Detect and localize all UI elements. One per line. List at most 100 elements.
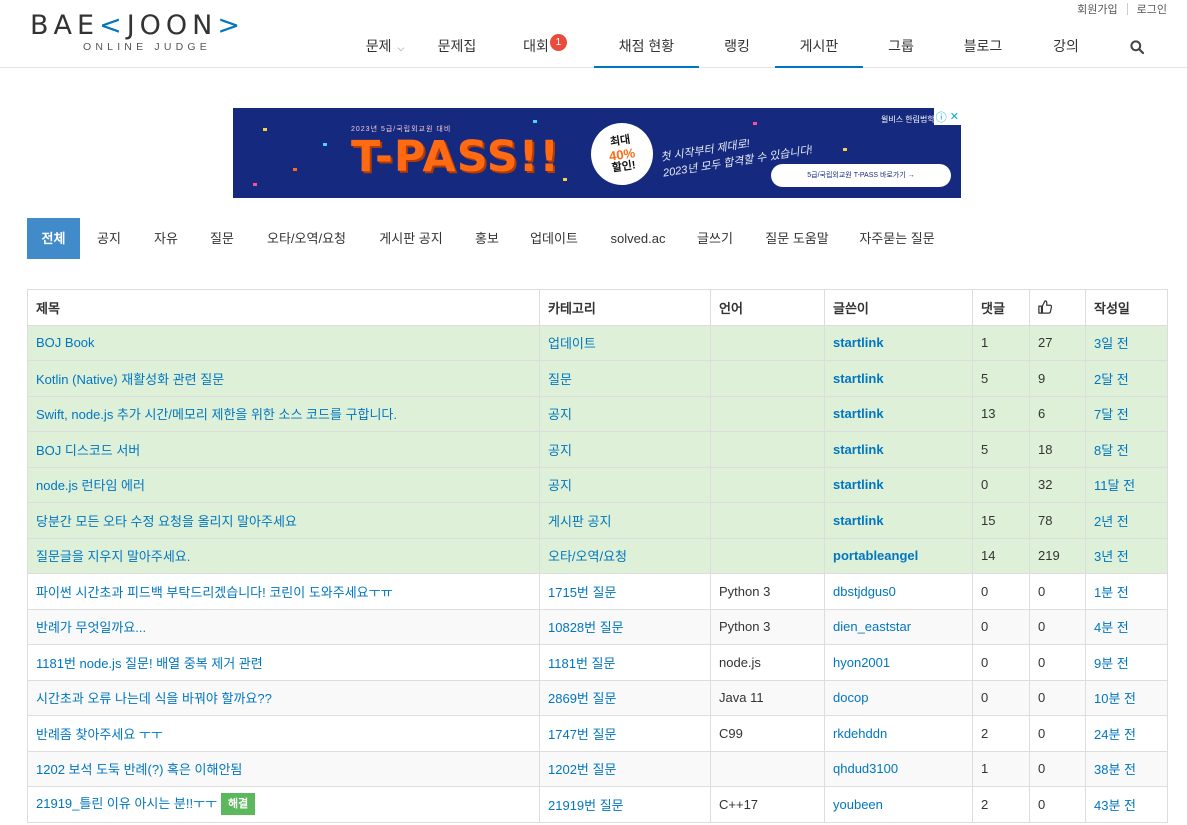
- tab-notice[interactable]: 공지: [80, 218, 138, 259]
- tab-free[interactable]: 자유: [138, 218, 194, 259]
- author-link[interactable]: portableangel: [833, 548, 918, 563]
- date-link[interactable]: 43분 전: [1094, 798, 1136, 813]
- signup-link[interactable]: 회원가입: [1077, 1, 1117, 17]
- post-title-link[interactable]: BOJ Book: [36, 335, 95, 350]
- tab-question[interactable]: 질문: [194, 218, 250, 259]
- date-link[interactable]: 3년 전: [1094, 549, 1129, 564]
- date-link[interactable]: 10분 전: [1094, 691, 1136, 706]
- likes-cell: 78: [1029, 502, 1086, 539]
- post-title-link[interactable]: 반례가 무엇일까요...: [36, 620, 146, 635]
- author-cell: rkdehddn: [824, 715, 973, 752]
- tab-promo[interactable]: 홍보: [459, 218, 515, 259]
- post-title-link[interactable]: Swift, node.js 추가 시간/메모리 제한을 위한 소스 코드를 구…: [36, 407, 397, 422]
- nav-item-status[interactable]: 채점 현황: [594, 28, 699, 68]
- nav-item-blog[interactable]: 블로그: [952, 28, 1014, 68]
- author-link[interactable]: startlink: [833, 335, 884, 350]
- nav-item-ranking[interactable]: 랭킹: [707, 28, 767, 68]
- post-title-link[interactable]: 파이썬 시간초과 피드백 부탁드리겠습니다! 코린이 도와주세요ㅜㅠ: [36, 585, 393, 600]
- close-icon[interactable]: ✕: [950, 110, 959, 123]
- baekjoon-logo[interactable]: BAE<JOON> ONLINE JUDGE: [30, 10, 280, 56]
- category-link[interactable]: 질문: [548, 372, 572, 387]
- date-cell: 10분 전: [1085, 679, 1168, 716]
- language-cell: [710, 324, 825, 361]
- author-link[interactable]: rkdehddn: [833, 726, 887, 741]
- category-link[interactable]: 10828번 질문: [548, 620, 624, 635]
- ad-banner[interactable]: 2023년 5급/국립외교원 대비 T-PASS!! 최대 40% 할인! 첫 …: [233, 108, 961, 198]
- date-link[interactable]: 7달 전: [1094, 407, 1129, 422]
- author-link[interactable]: docop: [833, 690, 868, 705]
- post-title-cell: 질문글을 지우지 말아주세요.: [27, 537, 540, 574]
- nav-item-lecture[interactable]: 강의: [1035, 28, 1097, 68]
- category-link[interactable]: 1181번 질문: [548, 656, 615, 671]
- nav-item-workbook[interactable]: 문제집: [426, 28, 488, 68]
- tab-faq[interactable]: 자주묻는 질문: [847, 218, 947, 259]
- thumbs-up-icon: [1038, 300, 1052, 314]
- author-link[interactable]: youbeen: [833, 797, 883, 812]
- author-link[interactable]: startlink: [833, 442, 884, 457]
- author-link[interactable]: startlink: [833, 371, 884, 386]
- post-title-link[interactable]: 21919_틀린 이유 아시는 분!!ㅜㅜ: [36, 796, 217, 811]
- nav-item-contest[interactable]: 대회 1: [514, 28, 576, 68]
- post-title-link[interactable]: node.js 런타임 에러: [36, 478, 145, 493]
- author-link[interactable]: startlink: [833, 406, 884, 421]
- date-link[interactable]: 2달 전: [1094, 372, 1129, 387]
- author-link[interactable]: hyon2001: [833, 655, 890, 670]
- date-link[interactable]: 3일 전: [1094, 336, 1129, 351]
- author-link[interactable]: qhdud3100: [833, 761, 898, 776]
- tab-question-help[interactable]: 질문 도움말: [747, 218, 847, 259]
- category-link[interactable]: 공지: [548, 407, 572, 422]
- post-title-link[interactable]: BOJ 디스코드 서버: [36, 443, 140, 458]
- category-link[interactable]: 2869번 질문: [548, 691, 616, 706]
- post-title-link[interactable]: 질문글을 지우지 말아주세요.: [36, 549, 190, 564]
- date-link[interactable]: 9분 전: [1094, 656, 1129, 671]
- post-title-link[interactable]: 1181번 node.js 질문! 배열 중복 제거 관련: [36, 656, 263, 671]
- tab-typo[interactable]: 오타/오역/요청: [250, 218, 363, 259]
- login-link[interactable]: 로그인: [1137, 1, 1167, 17]
- tab-solvedac[interactable]: solved.ac: [593, 218, 683, 259]
- post-title-cell: 1202 보석 도둑 반례(?) 혹은 이해안됨: [27, 750, 540, 787]
- table-header-row: 제목 카테고리 언어 글쓴이 댓글 작성일: [27, 289, 1168, 326]
- date-link[interactable]: 24분 전: [1094, 727, 1136, 742]
- date-cell: 7달 전: [1085, 395, 1168, 432]
- category-link[interactable]: 공지: [548, 478, 572, 493]
- date-link[interactable]: 38분 전: [1094, 762, 1136, 777]
- likes-cell: 0: [1029, 644, 1086, 681]
- date-link[interactable]: 8달 전: [1094, 443, 1129, 458]
- category-link[interactable]: 업데이트: [548, 336, 596, 351]
- info-icon[interactable]: ⓘ: [936, 109, 947, 125]
- category-link[interactable]: 게시판 공지: [548, 514, 611, 529]
- banner-cta-button[interactable]: 5급/국립외교원 T-PASS 바로가기 →: [771, 164, 951, 187]
- date-link[interactable]: 1분 전: [1094, 585, 1129, 600]
- date-link[interactable]: 4분 전: [1094, 620, 1129, 635]
- tab-all[interactable]: 전체: [27, 218, 80, 259]
- date-link[interactable]: 2년 전: [1094, 514, 1129, 529]
- post-title-link[interactable]: Kotlin (Native) 재활성화 관련 질문: [36, 372, 224, 387]
- category-link[interactable]: 1202번 질문: [548, 762, 616, 777]
- nav-item-problems[interactable]: 문제 ⌵: [352, 28, 418, 68]
- confetti: [533, 120, 537, 123]
- category-link[interactable]: 21919번 질문: [548, 798, 624, 813]
- tab-write[interactable]: 글쓰기: [683, 218, 747, 259]
- category-link[interactable]: 공지: [548, 443, 572, 458]
- category-link[interactable]: 오타/오역/요청: [548, 549, 627, 564]
- author-link[interactable]: dien_eaststar: [833, 619, 911, 634]
- author-link[interactable]: startlink: [833, 513, 884, 528]
- post-title-link[interactable]: 1202 보석 도둑 반례(?) 혹은 이해안됨: [36, 762, 242, 777]
- search-icon[interactable]: [1130, 40, 1144, 54]
- post-title-link[interactable]: 반례좀 찾아주세요 ㅜㅜ: [36, 727, 163, 742]
- likes-cell: 0: [1029, 786, 1086, 823]
- ad-choices[interactable]: ⓘ ✕: [933, 108, 961, 125]
- category-link[interactable]: 1715번 질문: [548, 585, 616, 600]
- nav-item-board[interactable]: 게시판: [775, 28, 863, 68]
- author-link[interactable]: dbstjdgus0: [833, 584, 896, 599]
- category-link[interactable]: 1747번 질문: [548, 727, 616, 742]
- tab-update[interactable]: 업데이트: [515, 218, 593, 259]
- date-link[interactable]: 11달 전: [1094, 478, 1135, 493]
- author-link[interactable]: startlink: [833, 477, 884, 492]
- nav-item-group[interactable]: 그룹: [871, 28, 931, 68]
- tab-board-notice[interactable]: 게시판 공지: [363, 218, 459, 259]
- col-date: 작성일: [1085, 289, 1168, 326]
- date-cell: 4분 전: [1085, 608, 1168, 645]
- post-title-link[interactable]: 당분간 모든 오타 수정 요청을 올리지 말아주세요: [36, 514, 297, 529]
- post-title-link[interactable]: 시간초과 오류 나는데 식을 바꿔야 할까요??: [36, 691, 272, 706]
